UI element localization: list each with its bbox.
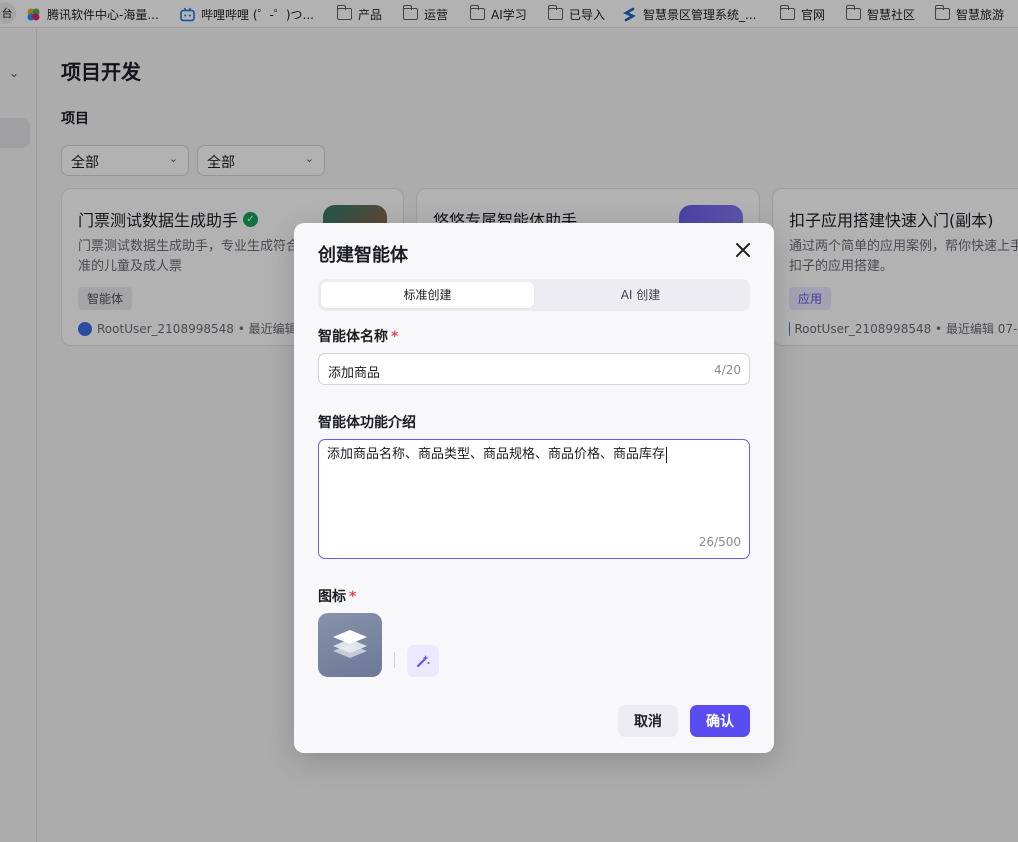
required-mark: * — [349, 589, 357, 605]
create-agent-dialog: 创建智能体 标准创建 AI 创建 智能体名称 * 添加商品 4/20 智能体功能介… — [294, 223, 774, 753]
tab-standard-create[interactable]: 标准创建 — [321, 282, 534, 308]
layers-icon — [333, 630, 367, 658]
cancel-button[interactable]: 取消 — [618, 705, 678, 737]
agent-avatar-picker[interactable] — [318, 613, 382, 677]
divider — [394, 652, 395, 668]
required-mark: * — [391, 329, 399, 345]
agent-name-input[interactable]: 添加商品 4/20 — [318, 353, 750, 385]
name-field-label: 智能体名称 * — [318, 329, 399, 345]
description-char-counter: 26/500 — [698, 535, 741, 549]
tab-ai-create[interactable]: AI 创建 — [534, 282, 747, 308]
agent-description-textarea[interactable]: 添加商品名称、商品类型、商品规格、商品价格、商品库存 26/500 — [318, 439, 750, 559]
dialog-title: 创建智能体 — [318, 245, 408, 266]
ai-generate-icon-button[interactable] — [407, 645, 439, 677]
confirm-button[interactable]: 确认 — [690, 705, 750, 737]
description-field-label: 智能体功能介绍 — [318, 415, 416, 431]
text-caret — [666, 446, 668, 463]
name-char-counter: 4/20 — [714, 363, 741, 377]
creation-mode-tabs: 标准创建 AI 创建 — [318, 279, 750, 311]
icon-field-label: 图标 * — [318, 589, 357, 605]
sparkle-wand-icon — [417, 655, 430, 667]
close-icon[interactable] — [736, 240, 750, 260]
